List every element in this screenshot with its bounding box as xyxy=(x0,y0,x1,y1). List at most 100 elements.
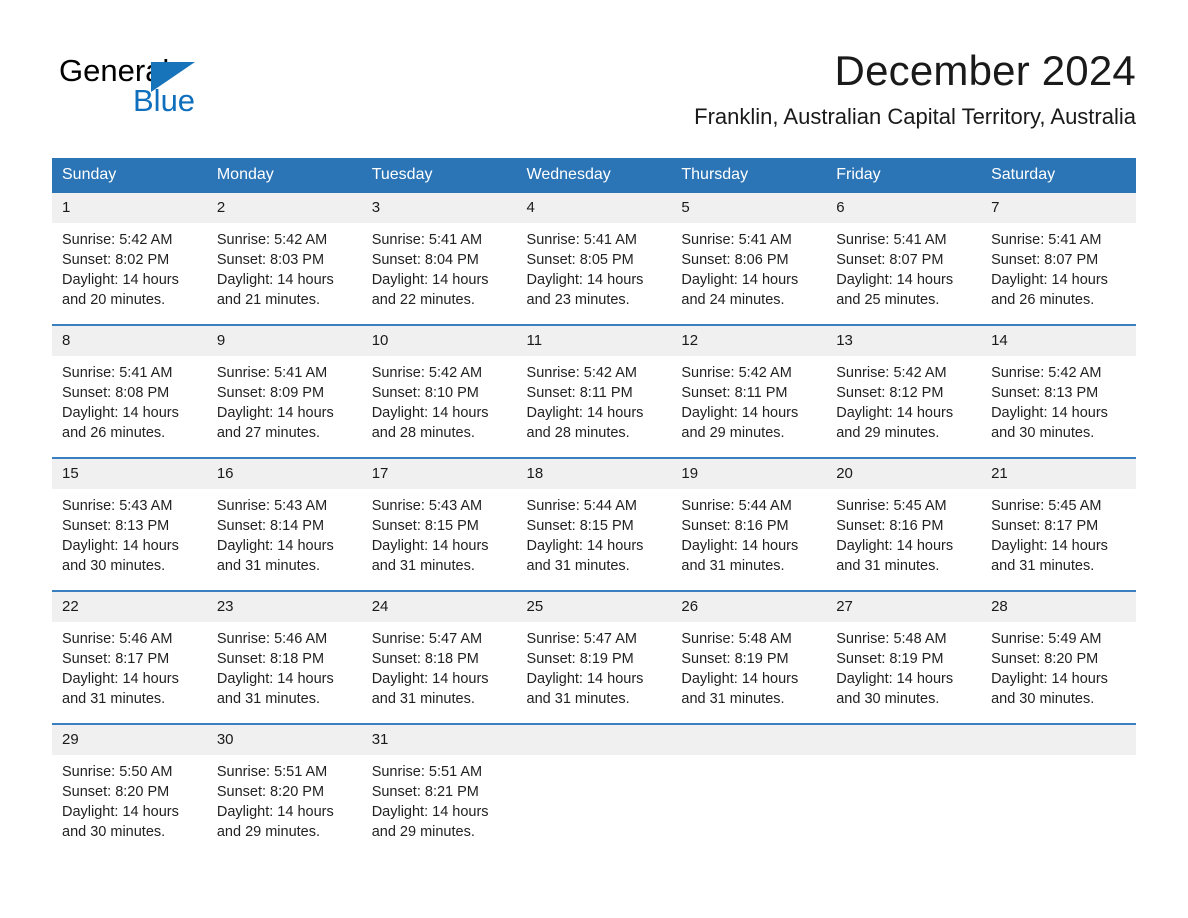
daylight-text: Daylight: 14 hours and 27 minutes. xyxy=(216,405,334,441)
day-number: 2 xyxy=(206,193,362,223)
sunset-text: Sunset: 8:16 PM xyxy=(836,518,944,534)
day-cell[interactable]: 21 Sunrise: 5:45 AM Sunset: 8:17 PM Dayl… xyxy=(981,457,1136,591)
sunset-text: Sunset: 8:12 PM xyxy=(836,385,944,401)
day-cell[interactable]: 24 Sunrise: 5:47 AM Sunset: 8:18 PM Dayl… xyxy=(361,590,517,724)
sunrise-text: Sunrise: 5:45 AM xyxy=(836,498,947,514)
day-cell[interactable]: 23 Sunrise: 5:46 AM Sunset: 8:18 PM Dayl… xyxy=(206,590,362,724)
daylight-text: Daylight: 14 hours and 31 minutes. xyxy=(991,538,1108,574)
day-cell[interactable]: 12 Sunrise: 5:42 AM Sunset: 8:11 PM Dayl… xyxy=(671,324,827,458)
day-details: Sunrise: 5:45 AM Sunset: 8:17 PM Dayligh… xyxy=(981,489,1136,590)
weekday-header-thursday: Thursday xyxy=(671,158,827,193)
sunrise-text: Sunrise: 5:42 AM xyxy=(526,365,637,381)
day-cell[interactable]: 10 Sunrise: 5:42 AM Sunset: 8:10 PM Dayl… xyxy=(361,324,517,458)
day-number: 9 xyxy=(206,326,362,356)
day-cell[interactable]: 29 Sunrise: 5:50 AM Sunset: 8:20 PM Dayl… xyxy=(52,723,207,856)
day-details: Sunrise: 5:42 AM Sunset: 8:10 PM Dayligh… xyxy=(362,356,517,457)
day-details: Sunrise: 5:44 AM Sunset: 8:15 PM Dayligh… xyxy=(517,489,672,590)
day-details: Sunrise: 5:42 AM Sunset: 8:11 PM Dayligh… xyxy=(517,356,672,457)
day-details: Sunrise: 5:41 AM Sunset: 8:04 PM Dayligh… xyxy=(362,223,517,324)
sunset-text: Sunset: 8:11 PM xyxy=(681,385,788,401)
day-number: 5 xyxy=(671,193,827,223)
page-title: December 2024 xyxy=(834,47,1136,94)
day-cell[interactable]: 31 Sunrise: 5:51 AM Sunset: 8:21 PM Dayl… xyxy=(361,723,517,856)
weekday-header-sunday: Sunday xyxy=(52,158,207,193)
day-cell[interactable]: 14 Sunrise: 5:42 AM Sunset: 8:13 PM Dayl… xyxy=(981,324,1136,458)
day-cell[interactable]: 25 Sunrise: 5:47 AM Sunset: 8:19 PM Dayl… xyxy=(516,590,672,724)
day-cell[interactable]: 16 Sunrise: 5:43 AM Sunset: 8:14 PM Dayl… xyxy=(206,457,362,591)
daylight-text: Daylight: 14 hours and 31 minutes. xyxy=(526,671,644,707)
sunrise-text: Sunrise: 5:41 AM xyxy=(836,232,947,248)
sunrise-text: Sunrise: 5:47 AM xyxy=(371,631,483,647)
day-details: Sunrise: 5:47 AM Sunset: 8:18 PM Dayligh… xyxy=(362,622,517,723)
sunset-text: Sunset: 8:16 PM xyxy=(681,518,789,534)
weekday-header-saturday: Saturday xyxy=(981,158,1136,193)
day-cell[interactable]: 27 Sunrise: 5:48 AM Sunset: 8:19 PM Dayl… xyxy=(826,590,982,724)
daylight-text: Daylight: 14 hours and 23 minutes. xyxy=(526,272,644,308)
daylight-text: Daylight: 14 hours and 28 minutes. xyxy=(526,405,644,441)
day-cell[interactable]: 20 Sunrise: 5:45 AM Sunset: 8:16 PM Dayl… xyxy=(826,457,982,591)
day-number: 19 xyxy=(671,459,827,489)
daylight-text: Daylight: 14 hours and 30 minutes. xyxy=(62,804,179,840)
sunrise-text: Sunrise: 5:51 AM xyxy=(216,764,328,780)
day-details xyxy=(981,755,1136,856)
day-details: Sunrise: 5:48 AM Sunset: 8:19 PM Dayligh… xyxy=(671,622,826,723)
day-cell[interactable]: 11 Sunrise: 5:42 AM Sunset: 8:11 PM Dayl… xyxy=(516,324,672,458)
day-cell[interactable]: 22 Sunrise: 5:46 AM Sunset: 8:17 PM Dayl… xyxy=(52,590,207,724)
weekday-header-monday: Monday xyxy=(206,158,362,193)
day-cell[interactable]: 6 Sunrise: 5:41 AM Sunset: 8:07 PM Dayli… xyxy=(826,193,982,325)
day-cell[interactable]: 9 Sunrise: 5:41 AM Sunset: 8:09 PM Dayli… xyxy=(206,324,362,458)
day-number: 11 xyxy=(516,326,672,356)
day-cell[interactable]: 26 Sunrise: 5:48 AM Sunset: 8:19 PM Dayl… xyxy=(671,590,827,724)
day-number: 7 xyxy=(981,193,1136,223)
day-details: Sunrise: 5:41 AM Sunset: 8:05 PM Dayligh… xyxy=(517,223,672,324)
sunrise-text: Sunrise: 5:48 AM xyxy=(836,631,947,647)
day-details: Sunrise: 5:49 AM Sunset: 8:20 PM Dayligh… xyxy=(981,622,1136,723)
day-cell[interactable]: 7 Sunrise: 5:41 AM Sunset: 8:07 PM Dayli… xyxy=(981,193,1136,325)
day-details: Sunrise: 5:42 AM Sunset: 8:03 PM Dayligh… xyxy=(207,223,362,324)
day-number: 10 xyxy=(361,326,517,356)
day-cell[interactable]: 2 Sunrise: 5:42 AM Sunset: 8:03 PM Dayli… xyxy=(206,193,362,325)
day-cell[interactable]: 19 Sunrise: 5:44 AM Sunset: 8:16 PM Dayl… xyxy=(671,457,827,591)
day-number: 30 xyxy=(206,725,362,755)
sunset-text: Sunset: 8:19 PM xyxy=(836,651,944,667)
daylight-text: Daylight: 14 hours and 31 minutes. xyxy=(216,538,334,574)
day-details: Sunrise: 5:44 AM Sunset: 8:16 PM Dayligh… xyxy=(671,489,826,590)
day-details: Sunrise: 5:46 AM Sunset: 8:17 PM Dayligh… xyxy=(52,622,207,723)
day-cell[interactable]: 18 Sunrise: 5:44 AM Sunset: 8:15 PM Dayl… xyxy=(516,457,672,591)
day-number: 22 xyxy=(52,592,207,622)
day-number: 6 xyxy=(826,193,982,223)
daylight-text: Daylight: 14 hours and 20 minutes. xyxy=(62,272,179,308)
generalblue-logo[interactable]: General Blue xyxy=(59,52,279,122)
day-details xyxy=(671,755,826,856)
daylight-text: Daylight: 14 hours and 30 minutes. xyxy=(991,405,1108,441)
day-cell[interactable]: 28 Sunrise: 5:49 AM Sunset: 8:20 PM Dayl… xyxy=(981,590,1136,724)
sunset-text: Sunset: 8:21 PM xyxy=(371,784,479,800)
day-number: 25 xyxy=(516,592,672,622)
day-cell[interactable]: 17 Sunrise: 5:43 AM Sunset: 8:15 PM Dayl… xyxy=(361,457,517,591)
day-details: Sunrise: 5:48 AM Sunset: 8:19 PM Dayligh… xyxy=(826,622,981,723)
day-cell[interactable]: 15 Sunrise: 5:43 AM Sunset: 8:13 PM Dayl… xyxy=(52,457,207,591)
day-cell[interactable]: 30 Sunrise: 5:51 AM Sunset: 8:20 PM Dayl… xyxy=(206,723,362,856)
sunset-text: Sunset: 8:04 PM xyxy=(371,252,479,268)
daylight-text: Daylight: 14 hours and 29 minutes. xyxy=(681,405,799,441)
day-cell-empty xyxy=(826,723,982,856)
daylight-text: Daylight: 14 hours and 31 minutes. xyxy=(371,538,489,574)
day-cell[interactable]: 13 Sunrise: 5:42 AM Sunset: 8:12 PM Dayl… xyxy=(826,324,982,458)
daylight-text: Daylight: 14 hours and 28 minutes. xyxy=(371,405,489,441)
daylight-text: Daylight: 14 hours and 24 minutes. xyxy=(681,272,799,308)
daylight-text: Daylight: 14 hours and 30 minutes. xyxy=(991,671,1108,707)
day-cell[interactable]: 4 Sunrise: 5:41 AM Sunset: 8:05 PM Dayli… xyxy=(516,193,672,325)
day-number: 1 xyxy=(52,193,207,223)
day-cell[interactable]: 3 Sunrise: 5:41 AM Sunset: 8:04 PM Dayli… xyxy=(361,193,517,325)
day-details: Sunrise: 5:41 AM Sunset: 8:06 PM Dayligh… xyxy=(671,223,826,324)
week-row: 8 Sunrise: 5:41 AM Sunset: 8:08 PM Dayli… xyxy=(52,324,1136,458)
day-number: 26 xyxy=(671,592,827,622)
day-cell-empty xyxy=(671,723,827,856)
day-cell[interactable]: 5 Sunrise: 5:41 AM Sunset: 8:06 PM Dayli… xyxy=(671,193,827,325)
weekday-header-row: Sunday Monday Tuesday Wednesday Thursday… xyxy=(52,158,1136,193)
day-cell[interactable]: 8 Sunrise: 5:41 AM Sunset: 8:08 PM Dayli… xyxy=(52,324,207,458)
day-cell[interactable]: 1 Sunrise: 5:42 AM Sunset: 8:02 PM Dayli… xyxy=(52,193,207,325)
day-details: Sunrise: 5:41 AM Sunset: 8:08 PM Dayligh… xyxy=(52,356,207,457)
sunrise-text: Sunrise: 5:43 AM xyxy=(371,498,483,514)
week-row: 29 Sunrise: 5:50 AM Sunset: 8:20 PM Dayl… xyxy=(52,723,1136,856)
